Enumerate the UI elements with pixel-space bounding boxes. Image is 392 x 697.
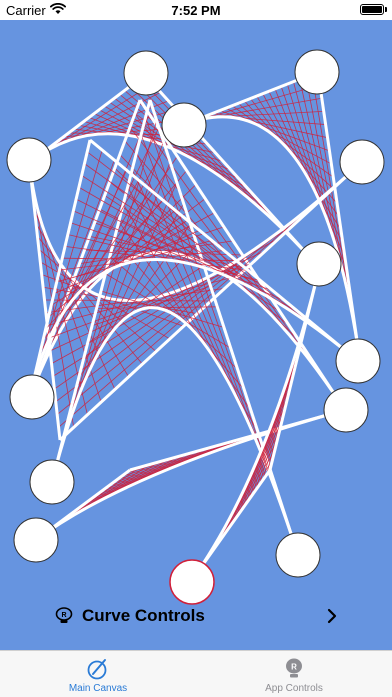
control-handle[interactable] bbox=[6, 137, 52, 183]
curve-controls-row[interactable]: R Curve Controls bbox=[0, 598, 392, 636]
tab-bar: Main Canvas R App Controls bbox=[0, 650, 392, 697]
clock: 7:52 PM bbox=[171, 3, 221, 18]
main-canvas[interactable] bbox=[0, 20, 392, 650]
pen-circle-icon bbox=[86, 657, 110, 686]
badge-r-icon: R bbox=[282, 657, 306, 686]
chevron-right-icon bbox=[326, 608, 338, 629]
tab-label: App Controls bbox=[265, 683, 323, 694]
curve-controls-label: Curve Controls bbox=[82, 606, 205, 625]
control-handle[interactable] bbox=[339, 139, 385, 185]
svg-text:R: R bbox=[291, 663, 297, 672]
control-handle[interactable] bbox=[323, 387, 369, 433]
tab-main-canvas[interactable]: Main Canvas bbox=[0, 651, 196, 697]
control-handle[interactable] bbox=[296, 241, 342, 287]
tab-app-controls[interactable]: R App Controls bbox=[196, 651, 392, 697]
badge-r-icon: R bbox=[54, 606, 74, 631]
string-figure bbox=[50, 99, 300, 556]
control-handle[interactable] bbox=[335, 338, 381, 384]
control-handle[interactable] bbox=[123, 50, 169, 96]
tab-label: Main Canvas bbox=[68, 683, 128, 694]
bezier-curve bbox=[50, 306, 300, 556]
control-handle[interactable] bbox=[294, 49, 340, 95]
bezier-curve bbox=[35, 408, 346, 542]
control-handle[interactable] bbox=[13, 517, 59, 563]
control-handle[interactable] bbox=[29, 459, 75, 505]
control-handle[interactable] bbox=[275, 532, 321, 578]
battery-icon bbox=[360, 4, 387, 15]
status-bar: Carrier 7:52 PM bbox=[0, 0, 392, 20]
string-art-drawing[interactable] bbox=[0, 20, 392, 650]
control-handle[interactable] bbox=[161, 102, 207, 148]
control-handle[interactable] bbox=[9, 374, 55, 420]
svg-text:R: R bbox=[61, 612, 66, 619]
string-figure bbox=[35, 408, 346, 542]
